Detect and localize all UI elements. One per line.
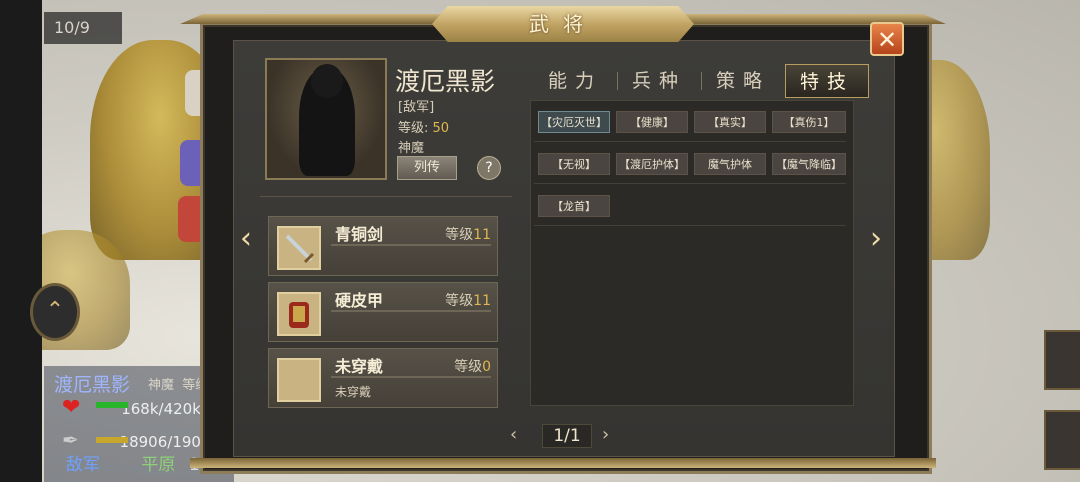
divider: [331, 376, 491, 378]
tab-ability[interactable]: 能力: [535, 64, 615, 98]
prev-hero-button[interactable]: ‹: [232, 222, 260, 256]
expand-menu-button[interactable]: ⌃: [30, 283, 80, 341]
biography-button[interactable]: 列传: [397, 156, 457, 180]
unit-faction: 敌军: [66, 455, 100, 475]
hero-level: 等级: 50: [398, 117, 449, 136]
empty-slot-icon: [277, 358, 321, 402]
hero-race: 神魔: [398, 141, 425, 156]
dialog-title: 武将: [432, 6, 694, 42]
hero-faction: [敌军]: [398, 100, 435, 115]
level-label: 等级:: [398, 121, 429, 136]
side-tab-button[interactable]: [1044, 330, 1080, 390]
equipment-name: 青铜剑: [335, 225, 384, 244]
equipment-slot-accessory[interactable]: 未穿戴 等级0 未穿戴: [268, 348, 498, 408]
mp-value: 18906/1900: [119, 433, 211, 451]
divider: [534, 225, 846, 226]
dialog-bottom-rail: [190, 458, 936, 468]
unit-name: 渡厄黑影: [54, 374, 131, 396]
tab-separator: [701, 72, 702, 90]
skill-tag[interactable]: 【真实】: [694, 111, 766, 133]
skill-tag[interactable]: 魔气护体: [694, 153, 766, 175]
hero-name: 渡厄黑影: [395, 67, 496, 96]
side-tab-button[interactable]: [1044, 410, 1080, 470]
turn-counter: 10/9: [44, 12, 122, 44]
divider: [331, 310, 491, 312]
portrait-head: [311, 64, 343, 98]
equipment-slot-weapon[interactable]: 青铜剑 等级11: [268, 216, 498, 276]
feather-icon: ✒: [62, 428, 79, 452]
help-button[interactable]: ?: [477, 156, 501, 180]
sword-icon: [277, 226, 321, 270]
unit-terrain: 平原: [141, 455, 176, 475]
arrow-icon: ⌃: [45, 298, 65, 323]
page-indicator: 1/1: [542, 424, 592, 448]
armor-icon: [277, 292, 321, 336]
divider: [534, 183, 846, 184]
hp-bar: [96, 402, 128, 408]
skill-tag[interactable]: 【灾厄灭世】: [538, 111, 610, 133]
next-hero-button[interactable]: ›: [862, 222, 890, 256]
equipment-level: 等级11: [445, 293, 491, 309]
tab-special-skill[interactable]: 特技: [785, 64, 869, 98]
mp-row: ✒ 18906/1900: [62, 428, 211, 452]
equipment-level: 等级0: [454, 359, 491, 375]
hp-value: 168k/420k: [121, 400, 201, 418]
tab-bar: 能力 兵种 策略 特技: [535, 64, 870, 98]
equipment-name: 未穿戴: [335, 357, 384, 376]
unit-footer: 敌军 平原 1: [66, 450, 200, 475]
heart-icon: ❤: [62, 395, 81, 420]
tab-strategy[interactable]: 策略: [703, 64, 783, 98]
skill-tag[interactable]: 【无视】: [538, 153, 610, 175]
skill-tag[interactable]: 【龙首】: [538, 195, 610, 217]
skill-tag[interactable]: 【魔气降临】: [772, 153, 846, 175]
tab-troop-type[interactable]: 兵种: [619, 64, 699, 98]
divider: [331, 244, 491, 246]
skill-tag[interactable]: 【渡厄护体】: [616, 153, 688, 175]
close-x-icon: ✕: [876, 26, 898, 54]
page-next-button[interactable]: ›: [602, 424, 609, 445]
equipment-name: 硬皮甲: [335, 291, 384, 310]
hero-portrait: [265, 58, 387, 180]
screen-edge: [0, 0, 42, 482]
skill-tag[interactable]: 【真伤1】: [772, 111, 846, 133]
skill-panel: [530, 100, 854, 406]
pager: ‹ 1/1 ›: [510, 424, 620, 450]
divider: [534, 141, 846, 142]
tab-separator: [617, 72, 618, 90]
level-value: 50: [432, 121, 450, 136]
close-button[interactable]: ✕: [870, 22, 904, 56]
skill-tag[interactable]: 【健康】: [616, 111, 688, 133]
equipment-slot-armor[interactable]: 硬皮甲 等级11: [268, 282, 498, 342]
hp-row: ❤ 168k/420k: [62, 395, 201, 420]
divider: [260, 196, 512, 197]
equipment-level: 等级11: [445, 227, 491, 243]
equipment-sub: 未穿戴: [335, 385, 372, 399]
page-prev-button[interactable]: ‹: [510, 424, 517, 445]
mp-bar: [96, 437, 128, 443]
